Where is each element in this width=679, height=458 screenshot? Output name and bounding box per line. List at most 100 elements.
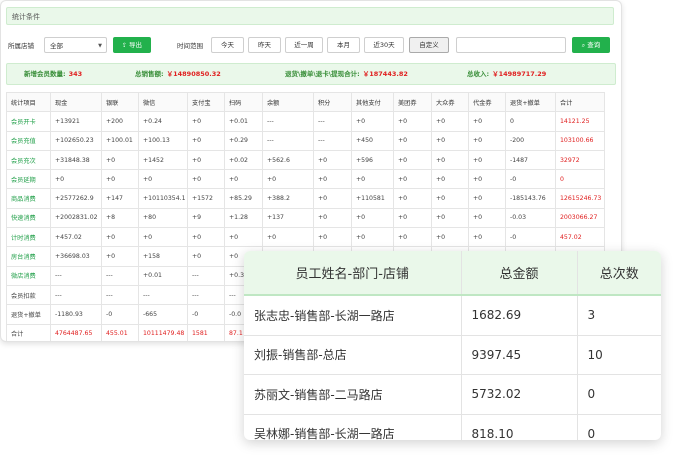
stats-cell: +0: [393, 149, 432, 171]
stats-cell: -0: [101, 304, 139, 325]
date-range-input[interactable]: [456, 37, 566, 53]
stats-cell: +147: [101, 188, 139, 209]
stats-row: 商品消费 +2577262.9 +147 +10110354.1 +1572 +85.29…: [6, 188, 605, 209]
stats-row-label[interactable]: 房台消费: [6, 246, 51, 267]
stats-header-cell: 代金券: [468, 91, 506, 113]
employee-count: 10: [577, 334, 661, 375]
stats-row-label[interactable]: 快速消费: [6, 207, 51, 229]
export-button[interactable]: ⇪ 导出: [113, 37, 151, 53]
stats-cell: +0: [393, 188, 432, 209]
stats-cell: +36698.03: [50, 246, 102, 267]
stats-cell: +2002831.02: [50, 207, 102, 229]
time-btn-30days[interactable]: 近30天: [364, 37, 404, 53]
stats-cell: ---: [101, 265, 139, 286]
time-range-label: 时间范围: [177, 42, 203, 50]
stats-cell: ---: [101, 284, 139, 306]
stats-cell: +0: [431, 227, 469, 248]
stats-cell: +0: [138, 169, 188, 190]
stats-cell: 14121.25: [555, 111, 605, 132]
stats-cell: +0: [101, 227, 139, 248]
stats-cell: 103100.66: [555, 130, 605, 151]
time-btn-week[interactable]: 近一周: [285, 37, 323, 53]
stats-cell: +80: [138, 207, 188, 229]
stats-cell: 32972: [555, 149, 605, 171]
stats-row-label[interactable]: 计时消费: [6, 227, 51, 248]
stats-row: 计时消费 +457.02 +0 +0 +0 +0 +0 +0 +0 +0 +0 +0 -0 457.02: [6, 227, 605, 248]
stats-cell: ---: [262, 111, 314, 132]
stats-cell: +0: [101, 246, 139, 267]
stats-row-label: 合计: [6, 323, 51, 341]
stats-cell: +0: [101, 169, 139, 190]
query-label: 查询: [587, 41, 601, 49]
stats-cell: +0.01: [138, 265, 188, 286]
stats-row-label[interactable]: 会员开卡: [6, 111, 51, 132]
store-select-value: 全部: [50, 42, 63, 50]
stats-cell: +0: [351, 207, 394, 229]
employee-count: 0: [577, 374, 661, 414]
stats-cell: +110581: [351, 188, 394, 209]
export-icon: ⇪: [121, 42, 127, 49]
time-btn-today[interactable]: 今天: [211, 37, 244, 53]
stats-header-cell: 退货+撤单: [505, 91, 556, 113]
stats-row: 会员充值 +102650.23 +100.01 +100.13 +0 +0.29 --- --…: [6, 130, 605, 151]
time-btn-month[interactable]: 本月: [327, 37, 360, 53]
stats-cell: 2003066.27: [555, 207, 605, 229]
stats-header-cell: 银联: [101, 91, 139, 113]
employee-name: 苏丽文-销售部-二马路店: [244, 374, 462, 414]
stats-cell: +0.01: [224, 111, 263, 132]
stats-cell: +100.13: [138, 130, 188, 151]
summary-total-sales: 总销售额: ￥14890850.32: [135, 70, 221, 78]
stats-cell: +10110354.1: [138, 188, 188, 209]
stats-cell: +1572: [187, 188, 225, 209]
stats-cell: -1487: [505, 149, 556, 171]
employee-count: 3: [577, 294, 661, 335]
employee-count: 0: [577, 413, 661, 440]
stats-cell: +0: [468, 207, 506, 229]
employee-row: 张志忠-销售部-长湖一路店 1682.69 3: [244, 294, 661, 335]
stats-row: 会员开卡 +13921 +200 +0.24 +0 +0.01 --- --- +0 +0 +0 +0…: [6, 111, 605, 132]
stats-cell: +450: [351, 130, 394, 151]
stats-header-cell: 其他支付: [351, 91, 394, 113]
stats-header-cell: 支付宝: [187, 91, 225, 113]
stats-cell: +9: [187, 207, 225, 229]
stats-cell: +0: [187, 111, 225, 132]
stats-cell: -665: [138, 304, 188, 325]
summary-new-members: 新增会员数量: 343: [24, 70, 83, 78]
stats-cell: +0: [431, 169, 469, 190]
stats-row-label[interactable]: 微店消费: [6, 265, 51, 286]
employee-header-amount: 总金额: [461, 251, 578, 296]
stats-cell: -1180.93: [50, 304, 102, 325]
stats-cell: +0: [187, 149, 225, 171]
stats-row-label[interactable]: 会员延期: [6, 169, 51, 190]
stats-cell: +0: [313, 169, 352, 190]
time-btn-yesterday[interactable]: 昨天: [248, 37, 281, 53]
stats-row-label[interactable]: 会员充次: [6, 149, 51, 171]
stats-cell: +0.02: [224, 149, 263, 171]
filter-row: 所属店铺 全部 ▼ ⇪ 导出 时间范围 今天 昨天 近一周 本月 近30天 自定…: [1, 34, 621, 56]
search-icon: ⌕: [581, 42, 586, 49]
summary-refunds: 退货\撤单\退卡\提现合计: ￥187443.82: [285, 70, 408, 78]
stats-cell: 0: [555, 169, 605, 190]
stats-cell: +0.24: [138, 111, 188, 132]
stats-cell: +0: [393, 207, 432, 229]
stats-cell: +0: [468, 111, 506, 132]
stats-cell: +0: [138, 227, 188, 248]
stats-cell: +0: [101, 149, 139, 171]
stats-cell: +0: [187, 227, 225, 248]
store-select[interactable]: 全部 ▼: [44, 37, 107, 53]
stats-header-cell: 大众券: [431, 91, 469, 113]
stats-cell: +100.01: [101, 130, 139, 151]
time-btn-custom[interactable]: 自定义: [409, 37, 449, 53]
stats-row-label[interactable]: 商品消费: [6, 188, 51, 209]
stats-header-cell: 合计: [555, 91, 605, 113]
panel-title: 统计条件: [6, 7, 614, 25]
stats-row-label: 退货+撤单: [6, 304, 51, 325]
summary-bar: 新增会员数量: 343 总销售额: ￥14890850.32 退货\撤单\退卡\提现…: [6, 63, 616, 85]
stats-header-cell: 现金: [50, 91, 102, 113]
stats-row-label[interactable]: 会员充值: [6, 130, 51, 151]
stats-cell: +0: [262, 169, 314, 190]
stats-cell: +1.28: [224, 207, 263, 229]
query-button[interactable]: ⌕ 查询: [572, 37, 610, 53]
employee-name: 吴林娜-销售部-长湖一路店: [244, 413, 462, 440]
stats-cell: +1452: [138, 149, 188, 171]
